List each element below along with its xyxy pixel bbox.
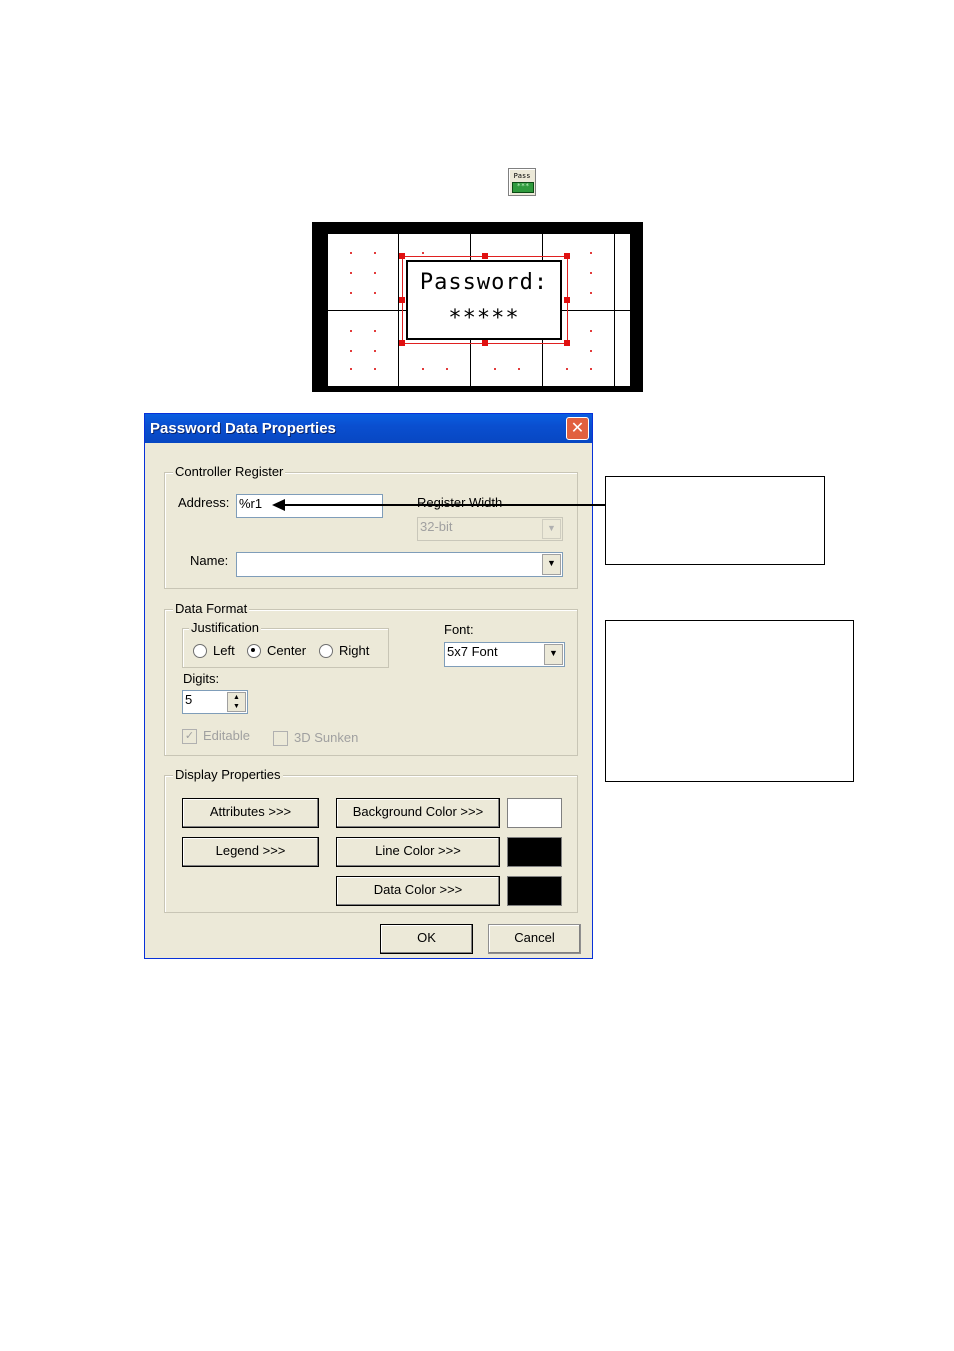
callout-arrow-head (272, 499, 285, 511)
digits-label: Digits: (183, 671, 220, 686)
grid-dot (590, 368, 592, 370)
pass-icon-stars: *** (512, 182, 534, 193)
ok-button[interactable]: OK (380, 924, 473, 954)
editable-label: Editable (203, 728, 250, 743)
editable-checkbox[interactable]: ✓ (182, 729, 197, 744)
resize-handle[interactable] (482, 340, 488, 346)
radio-left[interactable] (193, 644, 207, 658)
spin-arrows-icon[interactable]: ▲ ▼ (227, 692, 246, 712)
grid-dot (566, 368, 568, 370)
legend-button[interactable]: Legend >>> (182, 837, 319, 867)
line-color-button[interactable]: Line Color >>> (336, 837, 500, 867)
grid-dot (422, 368, 424, 370)
callout-arrow-line (284, 504, 606, 506)
grid-dot (590, 330, 592, 332)
address-input[interactable]: %r1 (236, 494, 383, 518)
grid-dot (350, 330, 352, 332)
group-label: Display Properties (173, 767, 283, 782)
digits-spinner[interactable]: 5 ▲ ▼ (182, 690, 248, 714)
grid-dot (494, 368, 496, 370)
radio-center-label: Center (267, 643, 307, 658)
grid-dot (350, 350, 352, 352)
radio-left-label: Left (213, 643, 235, 658)
password-value: ***** (448, 306, 520, 331)
pass-icon-text: Pass (513, 172, 531, 180)
address-label: Address: (178, 495, 230, 510)
attributes-button[interactable]: Attributes >>> (182, 798, 319, 828)
grid-dot (350, 252, 352, 254)
resize-handle[interactable] (399, 253, 405, 259)
password-tool-icon[interactable]: Pass *** (508, 168, 536, 196)
cancel-button[interactable]: Cancel (488, 924, 581, 954)
close-icon[interactable]: ✕ (566, 417, 589, 440)
grid-dot (374, 272, 376, 274)
grid-dot (446, 368, 448, 370)
data-color-button[interactable]: Data Color >>> (336, 876, 500, 906)
grid-dot (374, 350, 376, 352)
digits-value: 5 (185, 692, 193, 707)
register-width-label: Register Width (417, 495, 503, 510)
radio-right-label: Right (339, 643, 370, 658)
resize-handle[interactable] (564, 253, 570, 259)
grid-dot (350, 272, 352, 274)
radio-center[interactable] (247, 644, 261, 658)
group-label: Data Format (173, 601, 250, 616)
chevron-down-icon: ▼ (542, 519, 561, 539)
radio-right[interactable] (319, 644, 333, 658)
grid-dot (374, 292, 376, 294)
dialog-title: Password Data Properties (150, 420, 336, 437)
password-data-properties-dialog: Password Data Properties ✕ Controller Re… (144, 413, 593, 959)
background-color-button[interactable]: Background Color >>> (336, 798, 500, 828)
grid-dot (590, 272, 592, 274)
resize-handle[interactable] (399, 297, 405, 303)
font-value: 5x7 Font (447, 644, 498, 659)
data-color-swatch[interactable] (507, 876, 562, 906)
grid-dot (590, 252, 592, 254)
grid-dot (590, 292, 592, 294)
grid-dot (374, 330, 376, 332)
register-width-value: 32-bit (420, 519, 453, 534)
resize-handle[interactable] (564, 297, 570, 303)
resize-handle[interactable] (564, 340, 570, 346)
grid-dot (422, 252, 424, 254)
grid-dot (350, 292, 352, 294)
font-select[interactable]: 5x7 Font ▼ (444, 642, 565, 667)
grid-dot (350, 368, 352, 370)
line-color-swatch[interactable] (507, 837, 562, 867)
name-combobox[interactable]: ▼ (236, 552, 563, 577)
resize-handle[interactable] (399, 340, 405, 346)
font-label: Font: (444, 622, 474, 637)
grid-dot (374, 252, 376, 254)
chevron-down-icon[interactable]: ▼ (544, 644, 563, 665)
background-color-swatch[interactable] (507, 798, 562, 828)
grid-dot (590, 350, 592, 352)
callout-box (605, 620, 854, 782)
password-label: Password: (419, 270, 549, 295)
grid-dot (374, 368, 376, 370)
group-label: Justification (189, 620, 261, 635)
register-width-select[interactable]: 32-bit ▼ (417, 517, 563, 541)
resize-handle[interactable] (482, 253, 488, 259)
sunken-label: 3D Sunken (294, 730, 359, 745)
callout-box (605, 476, 825, 565)
sunken-checkbox[interactable] (273, 731, 288, 746)
name-label: Name: (190, 553, 229, 568)
grid-dot (518, 368, 520, 370)
group-label: Controller Register (173, 464, 286, 479)
chevron-down-icon[interactable]: ▼ (542, 554, 561, 575)
title-bar[interactable]: Password Data Properties ✕ (145, 414, 592, 443)
password-object[interactable]: Password: ***** (406, 260, 562, 340)
